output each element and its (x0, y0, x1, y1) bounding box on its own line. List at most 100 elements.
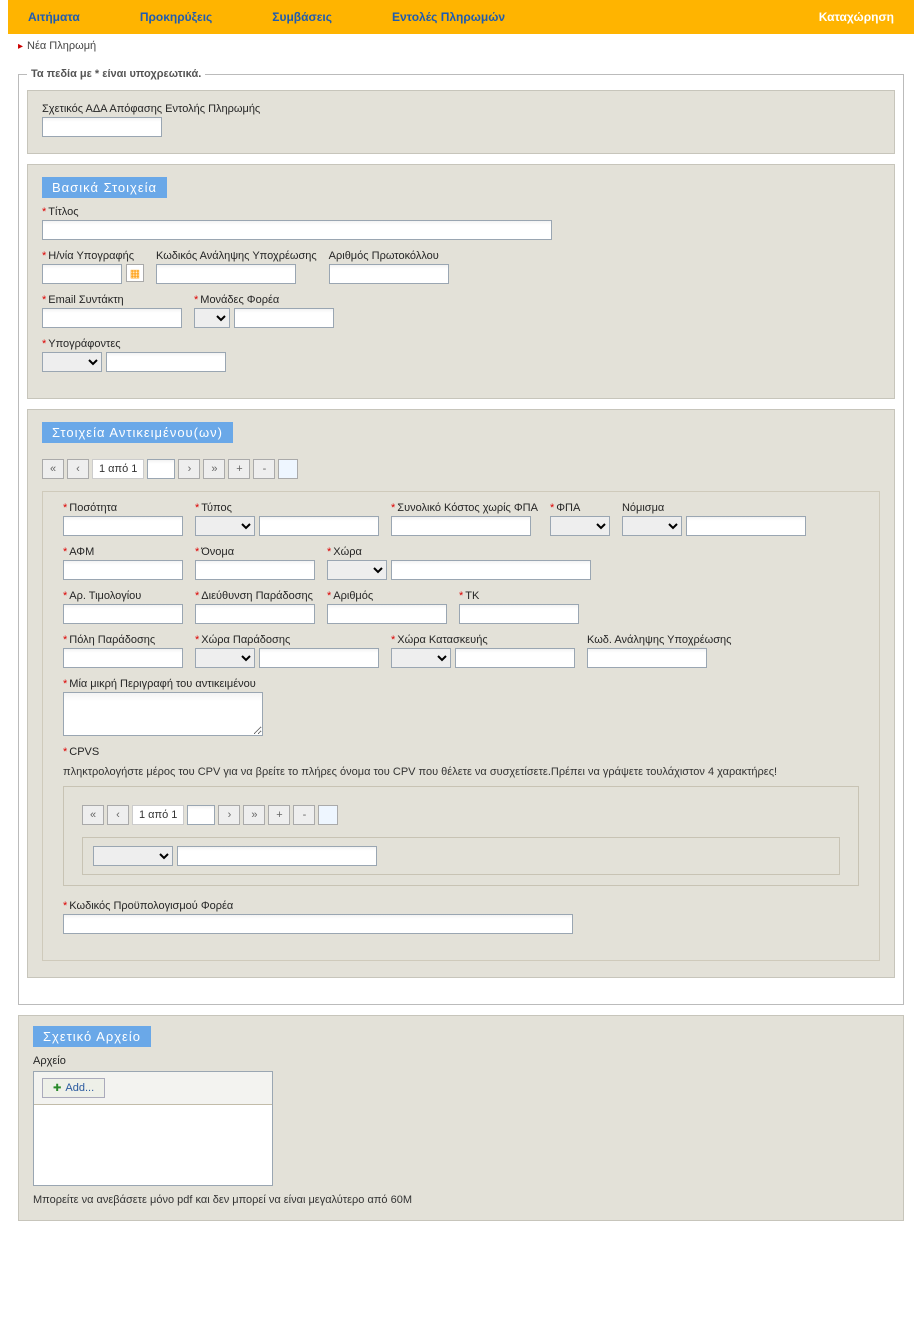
signers-input[interactable] (106, 352, 226, 372)
titlos-input[interactable] (42, 220, 552, 240)
nav-kataxorisi[interactable]: Καταχώρηση (819, 10, 894, 24)
city-label: Πόλη Παράδοσης (69, 634, 155, 646)
file-drop-area[interactable] (34, 1105, 272, 1185)
city-input[interactable] (63, 648, 183, 668)
prot-label: Αριθμός Πρωτοκόλλου (329, 250, 449, 262)
email-label: Email Συντάκτη (48, 294, 123, 306)
cpvs-next-button[interactable]: › (218, 805, 240, 825)
pager-first-button[interactable]: « (42, 459, 64, 479)
cpvs-hint: πληκτρολογήστε μέρος του CPV για να βρεί… (63, 766, 859, 778)
mcountry-input[interactable] (455, 648, 575, 668)
mcountry-select[interactable] (391, 648, 451, 668)
mcountry-label: Χώρα Κατασκευής (397, 634, 487, 646)
add-file-button[interactable]: Add... (42, 1078, 105, 1098)
date-input[interactable] (42, 264, 122, 284)
cpvs-last-button[interactable]: » (243, 805, 265, 825)
cpvs-input[interactable] (177, 846, 377, 866)
cpvs-prev-button[interactable]: ‹ (107, 805, 129, 825)
code-label: Κωδικός Ανάληψης Υποχρέωσης (156, 250, 317, 262)
signers-select[interactable] (42, 352, 102, 372)
budget-label: Κωδικός Προϋπολογισμού Φορέα (69, 900, 233, 912)
country-input[interactable] (391, 560, 591, 580)
file-hint: Μπορείτε να ανεβάσετε μόνο pdf και δεν μ… (33, 1194, 889, 1206)
kcode-input[interactable] (587, 648, 707, 668)
kcode-label: Κωδ. Ανάληψης Υποχρέωσης (587, 634, 731, 646)
dcountry-input[interactable] (259, 648, 379, 668)
num-input[interactable] (327, 604, 447, 624)
nav-symvaseis[interactable]: Συμβάσεις (272, 10, 332, 24)
file-label: Αρχείο (33, 1055, 889, 1067)
qty-label: Ποσότητα (69, 502, 117, 514)
items-title: Στοιχεία Αντικειμένου(ων) (42, 422, 233, 443)
ada-label: Σχετικός ΑΔΑ Απόφασης Εντολής Πληρωμής (42, 103, 880, 115)
total-input[interactable] (391, 516, 531, 536)
cpvs-current: 1 από 1 (132, 805, 184, 825)
cpvs-add-button[interactable]: + (268, 805, 290, 825)
vat-select[interactable] (550, 516, 610, 536)
calendar-icon[interactable]: ▦ (126, 264, 144, 282)
top-nav: Αιτήματα Προκηρύξεις Συμβάσεις Εντολές Π… (8, 0, 914, 34)
total-label: Συνολικό Κόστος χωρίς ΦΠΑ (397, 502, 538, 514)
name-label: Όνομα (201, 546, 234, 558)
desc-label: Μία μικρή Περιγραφή του αντικειμένου (69, 678, 255, 690)
nav-prokiryxeis[interactable]: Προκηρύξεις (140, 10, 212, 24)
monades-select[interactable] (194, 308, 230, 328)
item-panel: *Ποσότητα *Τύπος *Συνολικό Κόστος χωρίς … (42, 491, 880, 961)
num-label: Αριθμός (333, 590, 373, 602)
pager-del-button[interactable]: - (253, 459, 275, 479)
basic-section: Βασικά Στοιχεία *Τίτλος *Η/νία Υπογραφής… (27, 164, 895, 399)
prot-input[interactable] (329, 264, 449, 284)
cpvs-del-button[interactable]: - (293, 805, 315, 825)
nav-aitimata[interactable]: Αιτήματα (28, 10, 80, 24)
currency-input[interactable] (686, 516, 806, 536)
addr-input[interactable] (195, 604, 315, 624)
file-upload-box: Add... (33, 1071, 273, 1186)
type-select[interactable] (195, 516, 255, 536)
required-legend: Τα πεδία με * είναι υποχρεωτικά. (27, 68, 205, 80)
breadcrumb: Νέα Πληρωμή (8, 34, 914, 58)
country-select[interactable] (327, 560, 387, 580)
type-input[interactable] (259, 516, 379, 536)
cpvs-pager: « ‹ 1 από 1 › » + - (82, 805, 840, 825)
titlos-label: Τίτλος (48, 206, 78, 218)
currency-select[interactable] (622, 516, 682, 536)
cpvs-panel: « ‹ 1 από 1 › » + - (63, 786, 859, 886)
qty-input[interactable] (63, 516, 183, 536)
name-input[interactable] (195, 560, 315, 580)
afm-input[interactable] (63, 560, 183, 580)
cpvs-label: CPVS (69, 746, 99, 758)
tk-label: ΤΚ (465, 590, 479, 602)
country-label: Χώρα (333, 546, 362, 558)
dcountry-select[interactable] (195, 648, 255, 668)
tk-input[interactable] (459, 604, 579, 624)
pager-next-button[interactable]: › (178, 459, 200, 479)
date-label: Η/νία Υπογραφής (48, 250, 134, 262)
ada-input[interactable] (42, 117, 162, 137)
main-fieldset: Τα πεδία με * είναι υποχρεωτικά. Σχετικό… (18, 68, 904, 1005)
monades-input[interactable] (234, 308, 334, 328)
desc-textarea[interactable] (63, 692, 263, 736)
dcountry-label: Χώρα Παράδοσης (201, 634, 290, 646)
code-input[interactable] (156, 264, 296, 284)
items-pager: « ‹ 1 από 1 › » + - (42, 459, 880, 479)
pager-prev-button[interactable]: ‹ (67, 459, 89, 479)
cpvs-extra-icon[interactable] (318, 805, 338, 825)
invoice-input[interactable] (63, 604, 183, 624)
cpvs-first-button[interactable]: « (82, 805, 104, 825)
ada-section: Σχετικός ΑΔΑ Απόφασης Εντολής Πληρωμής (27, 90, 895, 154)
items-section: Στοιχεία Αντικειμένου(ων) « ‹ 1 από 1 › … (27, 409, 895, 978)
file-title: Σχετικό Αρχείο (33, 1026, 151, 1047)
pager-page-input[interactable] (147, 459, 175, 479)
nav-entoles[interactable]: Εντολές Πληρωμών (392, 10, 505, 24)
pager-extra-icon[interactable] (278, 459, 298, 479)
budget-input[interactable] (63, 914, 573, 934)
pager-add-button[interactable]: + (228, 459, 250, 479)
cpvs-page-input[interactable] (187, 805, 215, 825)
pager-last-button[interactable]: » (203, 459, 225, 479)
invoice-label: Αρ. Τιμολογίου (69, 590, 141, 602)
cpvs-select[interactable] (93, 846, 173, 866)
email-input[interactable] (42, 308, 182, 328)
file-section: Σχετικό Αρχείο Αρχείο Add... Μπορείτε να… (18, 1015, 904, 1221)
signers-label: Υπογράφοντες (48, 338, 120, 350)
type-label: Τύπος (201, 502, 232, 514)
